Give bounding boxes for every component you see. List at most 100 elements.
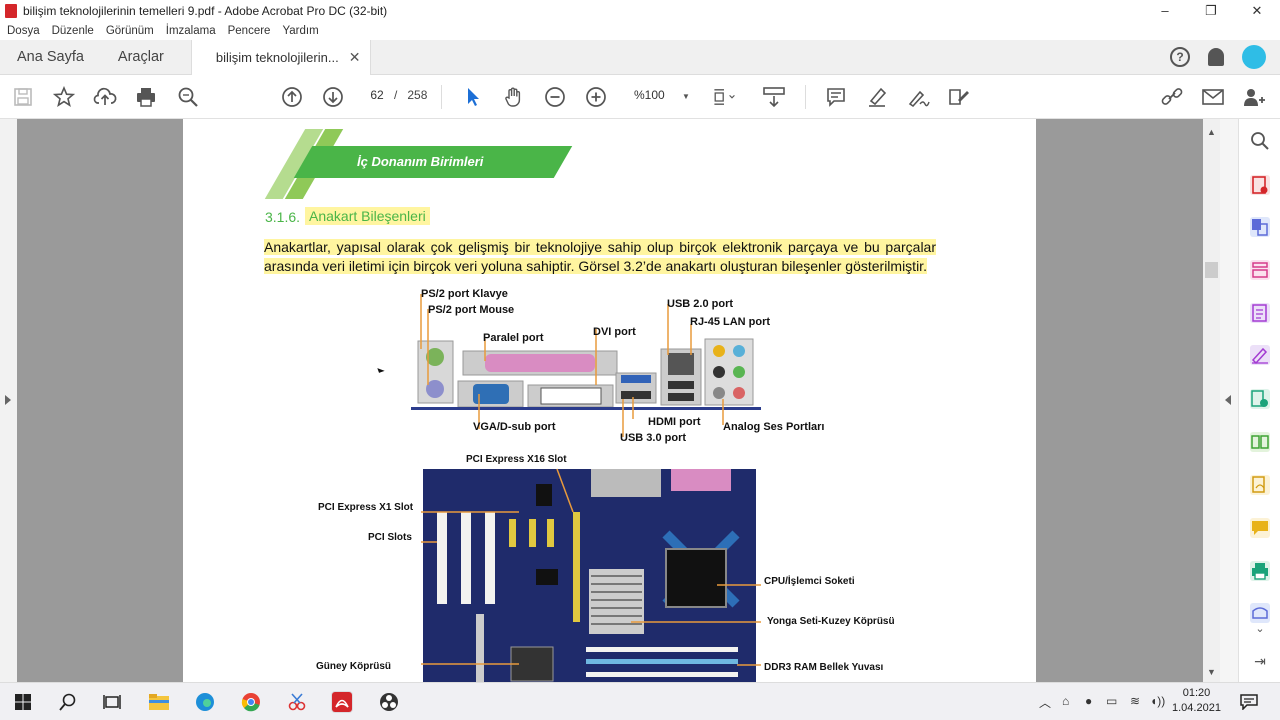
print-icon[interactable]	[134, 85, 158, 109]
share-link-icon[interactable]	[1160, 85, 1184, 109]
create-pdf-icon[interactable]	[1250, 175, 1270, 195]
scroll-up-icon[interactable]: ▲	[1207, 127, 1216, 137]
edit-pdf-icon[interactable]	[1250, 303, 1270, 323]
meet-now-icon[interactable]: ⌂	[1062, 694, 1069, 708]
next-page-icon[interactable]	[321, 85, 345, 109]
file-explorer-icon[interactable]	[148, 691, 170, 713]
label-audio: Analog Ses Portları	[723, 421, 825, 433]
pdf-icon	[5, 4, 17, 18]
fill-sign-icon[interactable]	[947, 85, 971, 109]
email-icon[interactable]	[1201, 85, 1225, 109]
battery-icon[interactable]: ▭	[1106, 694, 1117, 708]
organize-pages-icon[interactable]	[1250, 260, 1270, 280]
body-paragraph: Anakartlar, yapısal olarak çok gelişmiş …	[264, 239, 936, 274]
notification-bell-icon[interactable]	[1208, 48, 1224, 66]
hand-tool-icon[interactable]	[502, 85, 526, 109]
menu-yardim[interactable]: Yardım	[282, 25, 318, 37]
chevron-down-icon: ▼	[682, 92, 690, 101]
cloud-upload-icon[interactable]	[93, 85, 117, 109]
panel-expand-icon[interactable]: ⌄	[1250, 618, 1270, 638]
clock[interactable]: 01:20 1.04.2021	[1172, 686, 1221, 716]
comment-icon[interactable]	[824, 85, 848, 109]
export-pdf-icon[interactable]	[1250, 389, 1270, 409]
chrome-browser-icon[interactable]	[240, 691, 262, 713]
page-fit-icon[interactable]	[712, 85, 736, 109]
star-icon[interactable]	[52, 85, 76, 109]
highlight-pen-icon[interactable]	[865, 85, 889, 109]
menu-bar: Dosya Düzenle Görünüm İmzalama Pencere Y…	[0, 22, 1280, 40]
avatar[interactable]	[1242, 45, 1266, 69]
document-viewer: İç Donanım Birimleri 3.1.6. Anakart Bile…	[0, 119, 1238, 682]
label-vga: VGA/D-sub port	[473, 421, 556, 433]
compare-files-icon[interactable]	[1250, 432, 1270, 452]
collapse-panel-icon[interactable]: ⇥	[1250, 651, 1270, 671]
maximize-button[interactable]: ❐	[1188, 3, 1234, 19]
zoom-search-icon[interactable]	[176, 85, 200, 109]
tab-home[interactable]: Ana Sayfa	[0, 49, 101, 65]
menu-imzalama[interactable]: İmzalama	[166, 25, 216, 37]
combine-files-icon[interactable]	[1250, 217, 1270, 237]
acrobat-taskbar-icon[interactable]	[331, 691, 353, 713]
label-pcie16: PCI Express X16 Slot	[466, 454, 567, 465]
left-panel-toggle[interactable]	[0, 119, 17, 682]
windows-taskbar: ︿ ⌂ ● ▭ ≋ ◖)) 01:20 1.04.2021	[0, 682, 1280, 720]
notifications-icon[interactable]	[1238, 691, 1260, 713]
comment-tool-icon[interactable]	[1250, 518, 1270, 538]
search-icon[interactable]	[1250, 131, 1270, 151]
tab-document[interactable]: bilişim teknolojilerin... ✕	[190, 39, 372, 75]
help-icon[interactable]: ?	[1170, 47, 1190, 67]
volume-icon[interactable]: ◖))	[1150, 694, 1165, 708]
send-for-signature-icon[interactable]	[1250, 475, 1270, 495]
label-cpu: CPU/İşlemci Soketi	[764, 576, 855, 587]
obs-app-icon[interactable]	[378, 691, 400, 713]
scroll-down-icon[interactable]: ▼	[1207, 667, 1216, 677]
menu-dosya[interactable]: Dosya	[7, 25, 40, 37]
menu-duzenle[interactable]: Düzenle	[52, 25, 94, 37]
label-hdmi: HDMI port	[648, 416, 701, 428]
wifi-icon[interactable]: ≋	[1130, 694, 1140, 708]
menu-pencere[interactable]: Pencere	[228, 25, 271, 37]
page-number-input[interactable]: 62	[362, 88, 392, 102]
menu-gorunum[interactable]: Görünüm	[106, 25, 154, 37]
microphone-icon[interactable]: ●	[1085, 694, 1092, 708]
label-pci: PCI Slots	[368, 532, 412, 543]
scrolling-mode-icon[interactable]	[762, 85, 786, 109]
edge-browser-icon[interactable]	[194, 691, 216, 713]
sign-icon[interactable]	[906, 85, 930, 109]
print-production-icon[interactable]	[1250, 561, 1270, 581]
task-view-icon[interactable]	[101, 691, 123, 713]
mouse-cursor-icon	[377, 366, 385, 373]
right-panel-toggle[interactable]	[1220, 119, 1238, 682]
minimize-button[interactable]: –	[1142, 3, 1188, 19]
save-icon[interactable]	[11, 85, 35, 109]
window-title: bilişim teknolojilerinin temelleri 9.pdf…	[23, 4, 388, 18]
title-bar: bilişim teknolojilerinin temelleri 9.pdf…	[0, 0, 1280, 22]
section-number: 3.1.6.	[265, 209, 301, 225]
tab-tools[interactable]: Araçlar	[101, 49, 181, 65]
label-ps2-mouse: PS/2 port Mouse	[428, 304, 515, 316]
toolbar: 62 / 258 %100 ▼	[0, 75, 1280, 119]
zoom-level-select[interactable]: %100 ▼	[634, 88, 690, 102]
label-usb3: USB 3.0 port	[620, 432, 687, 444]
section-title: Anakart Bileşenleri	[305, 207, 430, 225]
label-usb2: USB 2.0 port	[667, 298, 734, 310]
snipping-tool-icon[interactable]	[286, 691, 308, 713]
tray-chevron-icon[interactable]: ︿	[1039, 694, 1051, 711]
zoom-out-icon[interactable]	[543, 85, 567, 109]
add-user-icon[interactable]	[1242, 85, 1266, 109]
toolbar-divider	[805, 85, 806, 109]
motherboard-diagram	[421, 468, 761, 682]
zoom-in-icon[interactable]	[584, 85, 608, 109]
windows-start-icon[interactable]	[12, 691, 34, 713]
select-cursor-icon[interactable]	[461, 85, 485, 109]
label-ram: DDR3 RAM Bellek Yuvası	[764, 662, 884, 673]
fill-and-sign-icon[interactable]	[1250, 345, 1270, 365]
close-window-button[interactable]: ✕	[1234, 3, 1280, 19]
label-pcie1: PCI Express X1 Slot	[318, 502, 414, 513]
previous-page-icon[interactable]	[280, 85, 304, 109]
scrollbar-thumb[interactable]	[1205, 262, 1218, 278]
taskbar-search-icon[interactable]	[57, 691, 79, 713]
document-tab-label: bilişim teknolojilerin...	[215, 49, 339, 65]
close-tab-icon[interactable]: ✕	[349, 49, 361, 66]
vertical-scrollbar[interactable]: ▲ ▼	[1203, 119, 1220, 682]
